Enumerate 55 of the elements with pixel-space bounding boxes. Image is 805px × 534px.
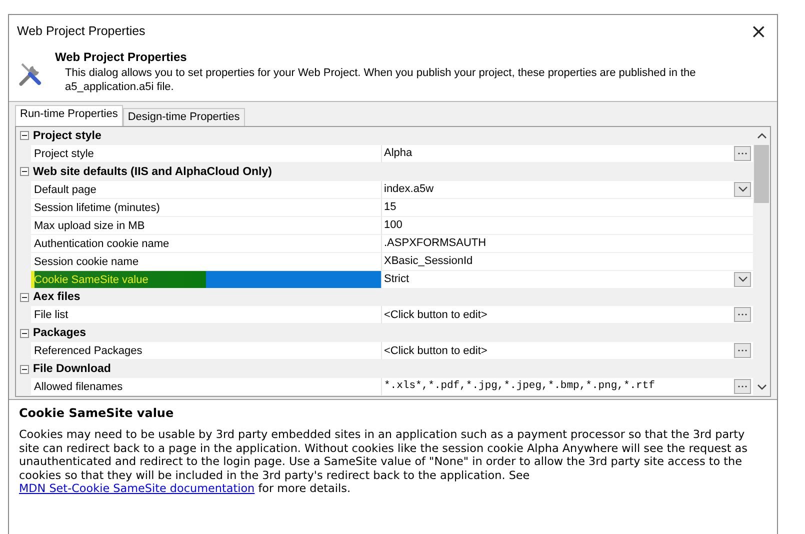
- property-label[interactable]: Authentication cookie name: [31, 234, 382, 253]
- property-label[interactable]: Session cookie name: [31, 252, 382, 271]
- collapse-icon[interactable]: [20, 167, 29, 176]
- window-title: Web Project Properties: [17, 24, 146, 38]
- ellipsis-icon: [738, 349, 747, 352]
- property-label[interactable]: File list: [31, 306, 382, 324]
- property-label[interactable]: Project style: [31, 144, 382, 163]
- chevron-down-icon: [738, 276, 748, 282]
- property-label[interactable]: Cookie SameSite value: [31, 270, 382, 289]
- section-title: Packages: [33, 327, 86, 340]
- collapse-icon[interactable]: [20, 292, 29, 302]
- header-title: Web Project Properties: [55, 50, 188, 64]
- dropdown-button[interactable]: [734, 182, 751, 197]
- section-title: File Download: [33, 363, 111, 376]
- ellipsis-icon: [738, 152, 747, 155]
- property-value: 15: [384, 201, 396, 214]
- property-value: <Click button to edit>: [384, 308, 488, 321]
- header-description: This dialog allows you to set properties for your Web Project. When you publish your project, these properties are published in the a5_application.a5i file.: [64, 66, 697, 94]
- scroll-up-icon[interactable]: [756, 133, 766, 139]
- property-label[interactable]: Referenced Packages: [31, 342, 382, 360]
- scrollbar[interactable]: [753, 127, 770, 396]
- collapse-icon[interactable]: [20, 328, 29, 338]
- ellipsis-icon: [738, 313, 747, 316]
- scroll-down-icon[interactable]: [756, 384, 766, 390]
- property-value: .ASPXFORMSAUTH: [384, 237, 486, 250]
- ellipsis-button[interactable]: [734, 378, 751, 394]
- property-value: Alpha: [384, 147, 412, 160]
- ellipsis-button[interactable]: [734, 343, 751, 358]
- property-value: XBasic_SessionId: [384, 255, 473, 268]
- chevron-down-icon: [738, 186, 748, 192]
- ellipsis-button[interactable]: [734, 146, 751, 161]
- section-title: Project style: [33, 130, 102, 142]
- documentation-link[interactable]: MDN Set-Cookie SameSite documentation: [19, 482, 255, 495]
- property-label[interactable]: Default page: [31, 180, 382, 199]
- property-value: *.xls*,*.pdf,*.jpg,*.jpeg,*.bmp,*.png,*.rtf: [384, 380, 655, 392]
- collapse-icon[interactable]: [20, 131, 29, 140]
- close-button[interactable]: ×: [744, 20, 773, 40]
- property-label[interactable]: Allowed filenames: [31, 378, 382, 396]
- help-text: Cookies may need to be usable by 3rd party embedded sites in an application such as a payment processor so that the 3rd party site can redirect back to a page in the application. Without cookies like the session cookie Alpha Anywhere will see the request as unauthenticated and redirect to the login page. Use a SameSite value of "None" in order to allow the 3rd party site access to the cookies so that they will be included in the 3rd party's redirect back to the application. See MDN Set-Cookie SameSite documentation for more details.: [19, 428, 748, 496]
- property-label[interactable]: Session lifetime (minutes): [31, 198, 382, 217]
- property-value: index.a5w: [384, 183, 434, 196]
- section-title: Web site defaults (IIS and AlphaCloud Only): [33, 166, 272, 178]
- property-label[interactable]: Max upload size in MB: [31, 216, 382, 235]
- property-value: <Click button to edit>: [384, 344, 488, 357]
- scrollbar-thumb[interactable]: [754, 145, 769, 203]
- section-title: Aex files: [33, 291, 80, 304]
- help-title: Cookie SameSite value: [19, 406, 175, 420]
- collapse-icon[interactable]: [20, 364, 29, 374]
- dropdown-button[interactable]: [734, 272, 751, 287]
- tab[interactable]: Design-time Properties: [122, 108, 245, 126]
- ellipsis-button[interactable]: [734, 307, 751, 322]
- ellipsis-icon: [738, 384, 747, 388]
- tab[interactable]: Run-time Properties: [15, 105, 123, 126]
- property-value: 100: [384, 219, 402, 232]
- property-value: Strict: [384, 273, 410, 286]
